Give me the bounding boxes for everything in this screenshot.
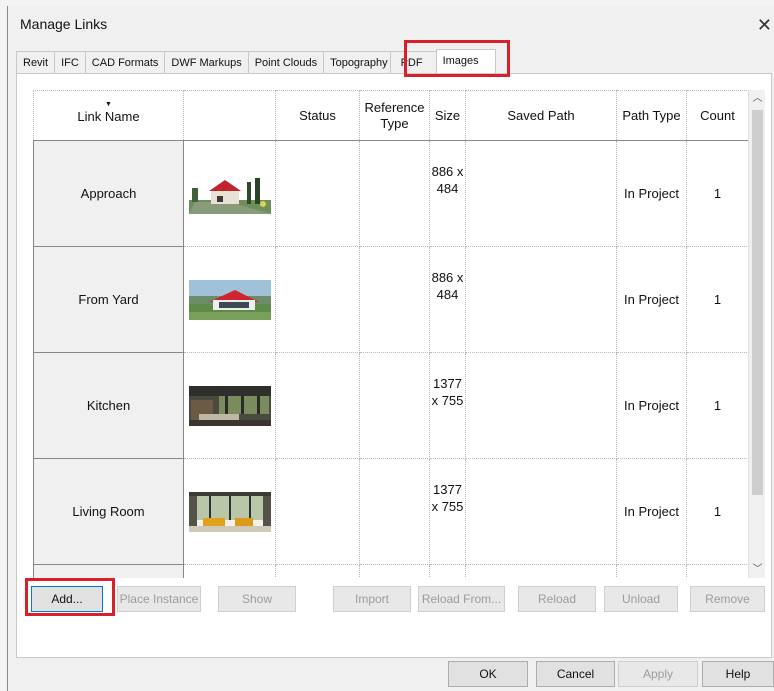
saved-path-cell	[465, 140, 617, 247]
table-row[interactable]: Approach 886 x 484 In Project 1	[33, 140, 748, 247]
link-name-cell[interactable]	[33, 564, 184, 578]
count-cell: 1	[686, 352, 748, 459]
reference-type-cell[interactable]	[359, 140, 430, 247]
column-header-saved-path[interactable]: Saved Path	[465, 90, 617, 141]
reference-type-cell[interactable]	[359, 246, 430, 353]
add-button[interactable]: Add...	[31, 586, 103, 612]
status-cell	[275, 458, 360, 565]
path-type-cell[interactable]: In Project	[616, 140, 687, 247]
tab-bar: Revit IFC CAD Formats DWF Markups Point …	[16, 49, 496, 73]
count-cell: 1	[686, 246, 748, 353]
path-type-cell[interactable]: In Project	[616, 246, 687, 353]
tab-images[interactable]: Images	[435, 49, 496, 73]
status-cell	[275, 140, 360, 247]
count-cell	[686, 564, 748, 578]
tab-point-clouds[interactable]: Point Clouds	[247, 51, 324, 73]
saved-path-cell	[465, 564, 617, 578]
thumbnail-cell	[183, 352, 276, 459]
unload-button[interactable]: Unload	[604, 586, 678, 612]
thumbnail-cell	[183, 140, 276, 247]
link-name-cell[interactable]: From Yard	[33, 246, 184, 353]
tab-revit[interactable]: Revit	[16, 51, 55, 73]
column-header-thumbnail[interactable]	[183, 90, 276, 141]
thumbnail-cell	[183, 458, 276, 565]
link-name-cell[interactable]: Kitchen	[33, 352, 184, 459]
count-cell: 1	[686, 458, 748, 565]
close-icon[interactable]: ✕	[757, 15, 772, 36]
saved-path-cell	[465, 458, 617, 565]
saved-path-cell	[465, 352, 617, 459]
thumbnail-cell	[183, 246, 276, 353]
table-row[interactable]: Living Room 1377 x 755 In Project 1	[33, 458, 748, 565]
help-button[interactable]: Help	[702, 661, 774, 687]
approach-thumbnail	[188, 173, 271, 214]
import-button[interactable]: Import	[333, 586, 411, 612]
column-header-link-name[interactable]: ▼ Link Name	[33, 90, 184, 141]
path-type-cell[interactable]: In Project	[616, 352, 687, 459]
link-name-cell[interactable]: Approach	[33, 140, 184, 247]
background-window-edge	[0, 6, 8, 691]
manage-links-dialog: Manage Links ✕ Revit IFC CAD Formats DWF…	[8, 6, 774, 691]
tab-ifc[interactable]: IFC	[54, 51, 85, 73]
thumbnail-cell	[183, 564, 276, 578]
column-header-count[interactable]: Count	[686, 90, 748, 141]
reload-from-button[interactable]: Reload From...	[418, 586, 505, 612]
table-row[interactable]	[33, 564, 748, 578]
living-room-thumbnail	[188, 491, 271, 532]
chevron-up-icon[interactable]: ︿	[749, 90, 766, 107]
scrollbar-thumb[interactable]	[752, 110, 763, 495]
reference-type-cell[interactable]	[359, 564, 430, 578]
count-cell: 1	[686, 140, 748, 247]
status-cell	[275, 564, 360, 578]
column-header-size[interactable]: Size	[429, 90, 466, 141]
place-instance-button[interactable]: Place Instance	[117, 586, 201, 612]
sort-indicator-icon: ▼	[105, 100, 112, 108]
kitchen-thumbnail	[188, 385, 271, 426]
tab-pdf[interactable]: PDF	[389, 51, 436, 73]
reload-button[interactable]: Reload	[518, 586, 596, 612]
from-yard-thumbnail	[188, 279, 271, 320]
saved-path-cell	[465, 246, 617, 353]
dialog-title: Manage Links	[20, 16, 108, 32]
size-cell: 886 x 484	[429, 140, 466, 247]
table-row[interactable]: From Yard 886 x 484 In Project 1	[33, 246, 748, 353]
table-row[interactable]: Kitchen 1377 x 755 In Project 1	[33, 352, 748, 459]
apply-button[interactable]: Apply	[618, 661, 698, 687]
chevron-down-icon[interactable]: ﹀	[749, 561, 766, 578]
column-header-reference-type[interactable]: Reference Type	[359, 90, 430, 141]
size-cell: 1377 x 755	[429, 352, 466, 459]
cancel-button[interactable]: Cancel	[536, 661, 615, 687]
reference-type-cell[interactable]	[359, 352, 430, 459]
tab-topography[interactable]: Topography	[323, 51, 390, 73]
size-cell	[429, 564, 466, 578]
column-header-path-type[interactable]: Path Type	[616, 90, 687, 141]
show-button[interactable]: Show	[218, 586, 296, 612]
table-header-row: ▼ Link Name Status Reference Type Size Sa…	[33, 90, 748, 141]
path-type-cell[interactable]: In Project	[616, 458, 687, 565]
table-scrollbar[interactable]: ︿ ﹀	[748, 90, 765, 578]
links-table: ▼ Link Name Status Reference Type Size Sa…	[33, 90, 748, 578]
column-header-status[interactable]: Status	[275, 90, 360, 141]
tab-dwf-markups[interactable]: DWF Markups	[164, 51, 248, 73]
link-name-cell[interactable]: Living Room	[33, 458, 184, 565]
size-cell: 1377 x 755	[429, 458, 466, 565]
remove-button[interactable]: Remove	[690, 586, 765, 612]
ok-button[interactable]: OK	[448, 661, 528, 687]
reference-type-cell[interactable]	[359, 458, 430, 565]
status-cell	[275, 352, 360, 459]
path-type-cell[interactable]	[616, 564, 687, 578]
tab-cad-formats[interactable]: CAD Formats	[84, 51, 165, 73]
size-cell: 886 x 484	[429, 246, 466, 353]
status-cell	[275, 246, 360, 353]
